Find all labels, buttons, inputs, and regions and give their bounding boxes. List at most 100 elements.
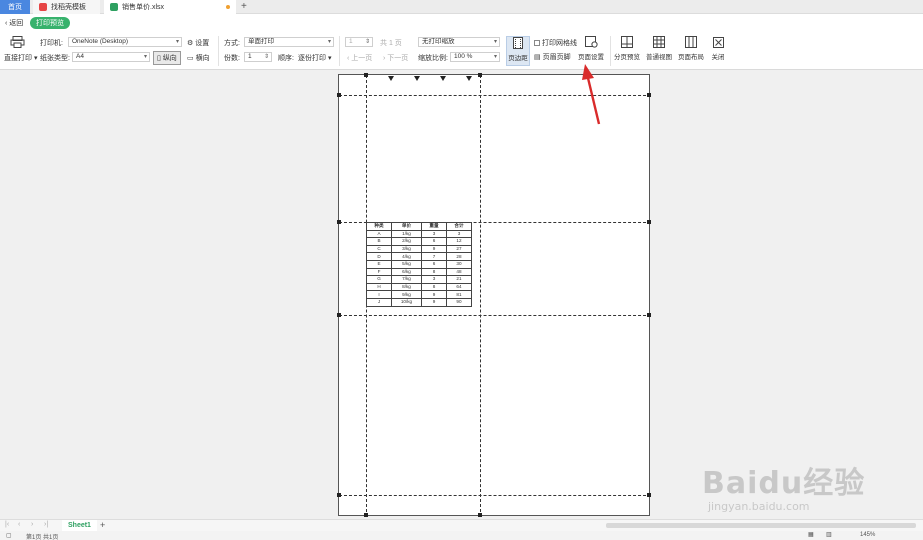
margin-handle[interactable]: [364, 513, 368, 517]
margin-handle[interactable]: [647, 313, 651, 317]
direct-print-label: 直接打印: [4, 55, 32, 62]
page-number-input[interactable]: 1 ⇕: [345, 37, 373, 47]
method-label: 方式:: [224, 40, 240, 47]
print-toolbar: 直接打印 ▾ 打印机: OneNote (Desktop) ▾ 纸张类型: A4 ▾…: [0, 32, 923, 70]
table-cell: 3: [445, 229, 473, 239]
margin-handle[interactable]: [337, 220, 341, 224]
margin-handle[interactable]: [337, 493, 341, 497]
prev-page-button[interactable]: ‹ 上一页: [347, 53, 372, 63]
close-preview-button[interactable]: 关闭: [708, 36, 728, 66]
margin-handle[interactable]: [647, 220, 651, 224]
next-sheet-icon[interactable]: ›: [31, 521, 33, 528]
zoom-select[interactable]: 100 % ▾: [450, 52, 500, 62]
add-sheet-button[interactable]: +: [100, 520, 105, 530]
right-margin-guide[interactable]: [480, 75, 481, 517]
first-sheet-icon[interactable]: |‹: [5, 521, 9, 528]
normal-view-status-icon[interactable]: ▦: [808, 531, 814, 538]
column-marker-icon[interactable]: [466, 76, 472, 81]
normal-view-button[interactable]: 普通视图: [645, 36, 673, 66]
page-break-preview-button[interactable]: 分页预览: [613, 36, 641, 66]
table-cell: A: [366, 229, 392, 239]
print-gridlines-checkbox[interactable]: 打印网格线: [534, 38, 577, 48]
page-layout-button[interactable]: 页面布局: [677, 36, 705, 66]
table-cell: 28: [445, 252, 473, 261]
back-button[interactable]: ‹ 返回: [5, 18, 23, 28]
method-select[interactable]: 单面打印 ▾: [244, 37, 334, 47]
chevron-down-icon: ▾: [327, 39, 331, 45]
table-cell: C: [366, 244, 392, 254]
margin-handle[interactable]: [647, 493, 651, 497]
normal-view-label: 普通视图: [646, 54, 672, 61]
tab-template[interactable]: 找稻壳模板: [33, 0, 100, 14]
portrait-icon: ▯: [157, 55, 161, 62]
next-page-button[interactable]: › 下一页: [383, 53, 408, 63]
order-select[interactable]: 逐份打印 ▾: [298, 53, 331, 63]
stepper-arrows-icon: ⇕: [364, 39, 370, 45]
page-break-icon: [620, 36, 634, 48]
top-margin-guide[interactable]: [339, 95, 651, 96]
sheet-tab-bar: |‹ ‹ › ›| Sheet1 +: [0, 519, 923, 531]
toolbar-divider: [218, 36, 219, 66]
scale-value: 无打印缩放: [422, 38, 455, 45]
footer-margin-guide[interactable]: [339, 315, 651, 316]
header-footer-icon: ▤: [534, 54, 541, 61]
bottom-margin-guide[interactable]: [339, 495, 651, 496]
printer-select[interactable]: OneNote (Desktop) ▾: [68, 37, 182, 47]
portrait-button[interactable]: ▯ 纵向: [153, 51, 181, 65]
direct-print-button[interactable]: 直接打印 ▾: [4, 53, 37, 63]
table-header: 单价: [390, 222, 422, 231]
table-cell: I: [366, 290, 392, 299]
margin-handle[interactable]: [647, 93, 651, 97]
margins-button[interactable]: 页边距: [506, 36, 530, 66]
printer-settings-button[interactable]: ⚙ 设置: [187, 38, 209, 48]
table-cell: 8: [420, 267, 447, 277]
header-footer-button[interactable]: ▤ 页眉页脚: [534, 52, 571, 62]
next-page-label: 下一页: [387, 55, 409, 62]
close-icon: [711, 36, 725, 48]
printer-icon[interactable]: [10, 36, 26, 48]
margins-icon: [511, 37, 525, 49]
table-row: B 2/kg 6 12: [366, 237, 473, 246]
prev-page-label: 上一页: [351, 55, 373, 62]
baidu-watermark: Baidu经验 jingyan.baidu.com: [702, 458, 865, 513]
table-cell: E: [366, 259, 392, 269]
print-page: 种类 单价 重量 合计 A 1/kg 3 3 B 2/kg 6 12 C 3/kg 9 27 D 4/kg…: [337, 73, 651, 517]
table-cell: 3: [420, 275, 447, 284]
tab-home[interactable]: 首页: [0, 0, 30, 14]
table-cell: 48: [445, 267, 473, 277]
table-cell: J: [366, 297, 392, 307]
margin-handle[interactable]: [478, 73, 482, 77]
margin-handle[interactable]: [364, 73, 368, 77]
scale-select[interactable]: 无打印缩放 ▾: [418, 37, 500, 47]
horizontal-scrollbar[interactable]: [606, 523, 916, 528]
column-marker-icon[interactable]: [414, 76, 420, 81]
new-tab-button[interactable]: +: [241, 1, 247, 12]
status-page-icon: ▢: [6, 533, 12, 539]
table-row: C 3/kg 9 27: [366, 244, 473, 254]
table-cell: 6: [420, 259, 447, 269]
prev-sheet-icon[interactable]: ‹: [18, 521, 20, 528]
table-row: D 4/kg 7 28: [366, 252, 473, 261]
margin-handle[interactable]: [478, 513, 482, 517]
method-value: 单面打印: [248, 38, 274, 45]
table-row: H 8/kg 8 64: [366, 282, 473, 292]
margin-handle[interactable]: [337, 313, 341, 317]
paper-select[interactable]: A4 ▾: [72, 52, 150, 62]
watermark-brand: Baidu经验: [702, 466, 866, 501]
sheet-tab-label: Sheet1: [68, 522, 91, 529]
page-layout-status-icon[interactable]: ▥: [826, 531, 832, 538]
page-break-preview-label: 分页预览: [614, 54, 640, 61]
tab-document[interactable]: 销售单价.xlsx: [104, 0, 236, 14]
margin-handle[interactable]: [337, 93, 341, 97]
chevron-down-icon: ▾: [493, 54, 497, 60]
landscape-button[interactable]: ▭ 横向: [187, 53, 210, 63]
page-setup-button[interactable]: 页面设置: [576, 36, 606, 66]
paper-value: A4: [76, 53, 84, 60]
table-row: J 10/kg 9 90: [366, 297, 473, 307]
copies-stepper[interactable]: 1 ⇕: [244, 52, 272, 62]
status-zoom: 145%: [860, 532, 876, 538]
column-marker-icon[interactable]: [440, 76, 446, 81]
sheet-tab-sheet1[interactable]: Sheet1: [62, 520, 97, 531]
last-sheet-icon[interactable]: ›|: [44, 521, 48, 528]
column-marker-icon[interactable]: [388, 76, 394, 81]
